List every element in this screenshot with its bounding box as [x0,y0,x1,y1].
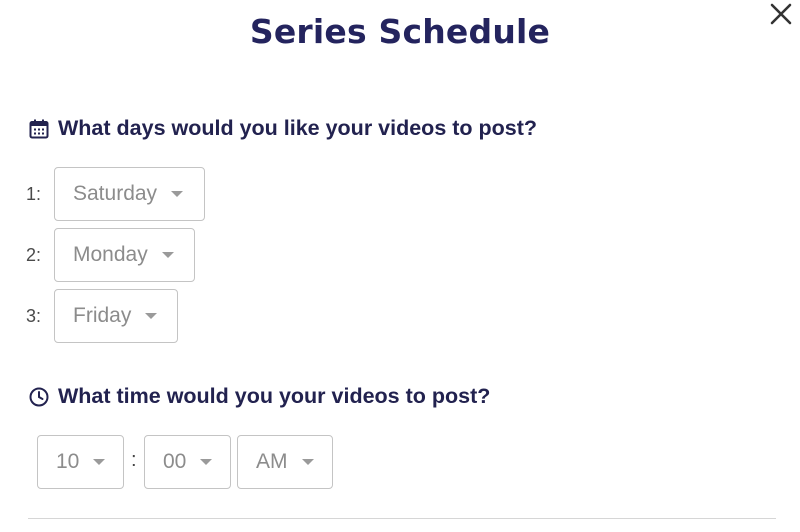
caret-down-icon [161,252,174,258]
time-heading: What time would you your videos to post? [28,384,490,409]
calendar-icon [28,118,50,140]
minute-select[interactable]: 00 [144,435,231,489]
meridiem-value: AM [256,450,288,473]
day-select-1[interactable]: Saturday [54,167,205,221]
day-row-number: 2: [26,244,42,265]
minute-value: 00 [163,450,187,473]
day-select-3[interactable]: Friday [54,289,178,343]
day-select-2[interactable]: Monday [54,228,195,282]
dialog-title: Series Schedule [249,12,551,51]
days-heading-label: What days would you like your videos to … [58,116,538,140]
day-row-number: 1: [26,183,42,204]
day-row-3: 3: Friday [26,289,178,343]
time-separator: : [131,449,137,471]
days-heading: What days would you like your videos to … [28,116,537,141]
caret-down-icon [301,459,314,465]
day-row-number: 3: [26,305,42,326]
close-icon[interactable] [769,2,793,26]
day-select-value: Saturday [73,182,158,205]
divider [28,518,776,519]
hour-select[interactable]: 10 [37,435,124,489]
caret-down-icon [145,313,158,319]
caret-down-icon [171,191,184,197]
day-row-1: 1: Saturday [26,167,205,221]
caret-down-icon [200,459,213,465]
clock-icon [28,386,50,408]
day-select-value: Friday [73,304,132,327]
time-heading-label: What time would you your videos to post? [58,384,491,408]
hour-value: 10 [56,450,80,473]
day-row-2: 2: Monday [26,228,195,282]
meridiem-select[interactable]: AM [237,435,333,489]
day-select-value: Monday [73,243,148,266]
caret-down-icon [93,459,106,465]
